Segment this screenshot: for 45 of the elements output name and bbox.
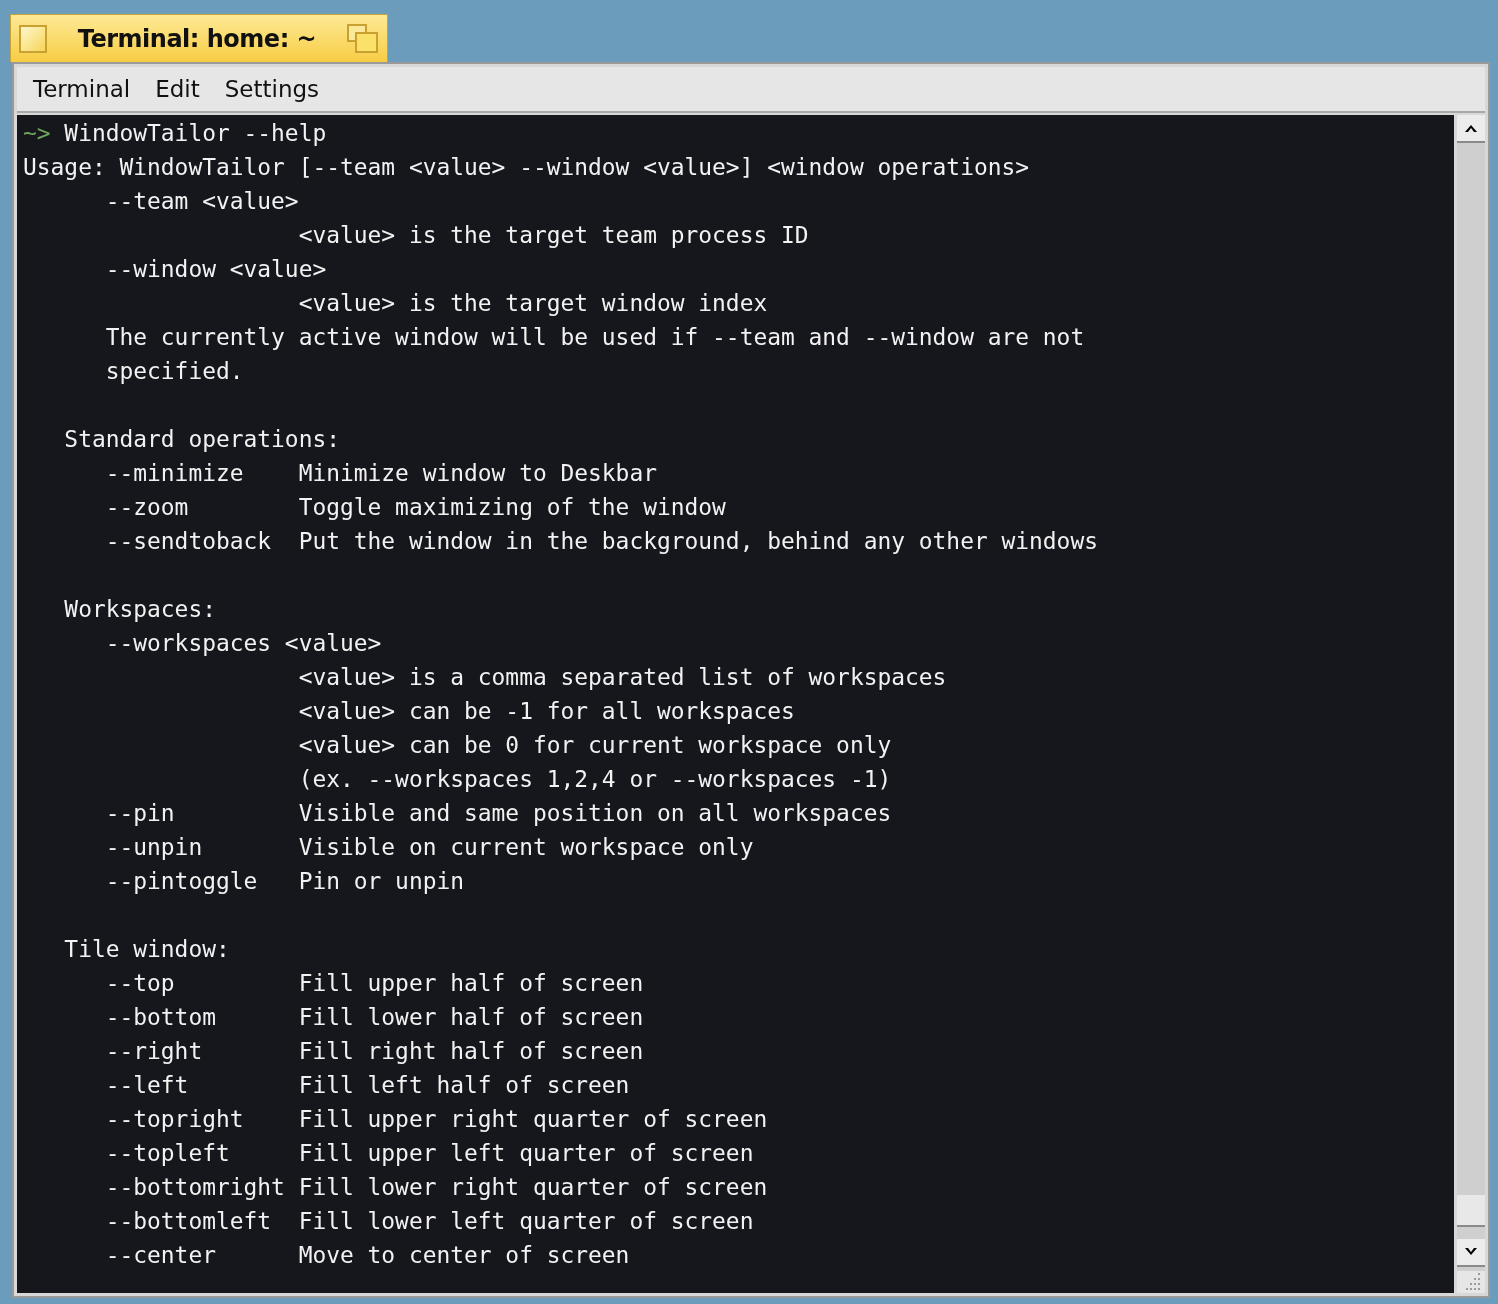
- output-line: --bottom Fill lower half of screen: [104, 1004, 644, 1030]
- zoom-button[interactable]: [347, 23, 379, 54]
- output-line: <value> is a comma separated list of workspaces: [297, 664, 947, 690]
- menu-item[interactable]: Terminal: [25, 76, 148, 102]
- output-line: --team <value>: [104, 188, 299, 214]
- resize-grip-icon[interactable]: [1457, 1271, 1485, 1293]
- output-line: --top Fill upper half of screen: [104, 970, 644, 996]
- output-line: --center Move to center of screen: [104, 1242, 630, 1268]
- output-line: <value> is the target window index: [297, 290, 768, 316]
- scroll-up-button[interactable]: [1457, 115, 1485, 143]
- output-line: --topleft Fill upper left quarter of screen: [104, 1140, 754, 1166]
- output-line: Standard operations:: [63, 426, 340, 452]
- output-line: --minimize Minimize window to Deskbar: [104, 460, 657, 486]
- output-line: --bottomleft Fill lower left quarter of screen: [104, 1208, 754, 1234]
- output-line: The currently active window will be used if --team and --window are not: [104, 324, 1085, 350]
- output-line: --window <value>: [104, 256, 327, 282]
- output-line: Tile window:: [63, 936, 230, 962]
- scroll-down-button[interactable]: [1457, 1239, 1485, 1267]
- output-line: (ex. --workspaces 1,2,4 or --workspaces -1): [297, 766, 892, 792]
- command-text: WindowTailor --help: [63, 120, 327, 146]
- output-line: --pintoggle Pin or unpin: [104, 868, 464, 894]
- caret-up-icon: [1464, 123, 1478, 133]
- close-button[interactable]: [19, 24, 47, 53]
- output-line: --bottomright Fill lower right quarter of screen: [104, 1174, 768, 1200]
- scrollbar-thumb[interactable]: [1457, 1195, 1485, 1227]
- output-line: <value> can be -1 for all workspaces: [297, 698, 795, 724]
- output-line: --unpin Visible on current workspace only: [104, 834, 754, 860]
- window-title: Terminal: home: ~: [76, 24, 318, 53]
- menu-item[interactable]: Settings: [216, 76, 337, 102]
- output-line: specified.: [104, 358, 244, 384]
- output-line: --topright Fill upper right quarter of screen: [104, 1106, 768, 1132]
- prompt: ~>: [23, 120, 51, 146]
- menu-item[interactable]: Edit: [147, 76, 217, 102]
- caret-down-icon: [1464, 1247, 1478, 1257]
- output-line: --workspaces <value>: [104, 630, 382, 656]
- output-line: <value> can be 0 for current workspace only: [297, 732, 892, 758]
- scrollbar[interactable]: [1457, 115, 1485, 1293]
- output-line: --zoom Toggle maximizing of the window: [104, 494, 726, 520]
- output-line: Workspaces:: [63, 596, 216, 622]
- output-line: --sendtoback Put the window in the background, behind any other windows: [104, 528, 1098, 554]
- output-line: --right Fill right half of screen: [104, 1038, 644, 1064]
- output-line: --pin Visible and same position on all workspaces: [104, 800, 892, 826]
- output-line: --left Fill left half of screen: [104, 1072, 630, 1098]
- output-line: <value> is the target team process ID: [297, 222, 809, 248]
- output-line: Usage: WindowTailor [--team <value> --window <value>] <window operations>: [23, 154, 1030, 180]
